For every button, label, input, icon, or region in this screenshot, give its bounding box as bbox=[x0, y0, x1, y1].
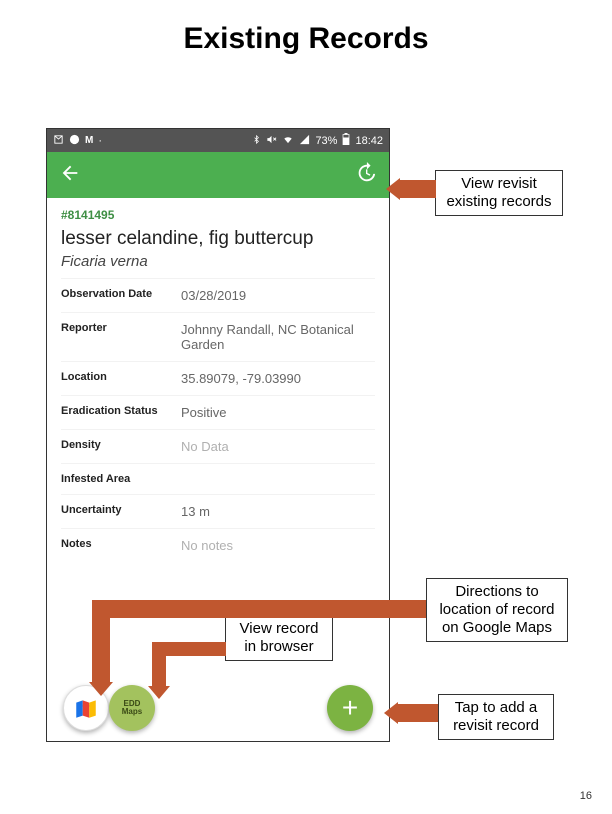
arrow bbox=[92, 600, 110, 684]
signal-icon bbox=[299, 134, 310, 148]
common-name: lesser celandine, fig buttercup bbox=[61, 228, 375, 251]
scientific-name: Ficaria verna bbox=[61, 253, 375, 270]
field-row: Location 35.89079, -79.03990 bbox=[61, 361, 375, 395]
history-icon[interactable] bbox=[355, 162, 377, 189]
arrow-head-icon bbox=[386, 178, 400, 200]
field-row: Notes No notes bbox=[61, 528, 375, 562]
arrow bbox=[398, 180, 436, 198]
mute-icon bbox=[266, 134, 277, 148]
arrow bbox=[152, 642, 166, 688]
mail-icon bbox=[53, 134, 64, 148]
record-body: #8141495 lesser celandine, fig buttercup… bbox=[47, 198, 389, 562]
plus-icon: + bbox=[342, 692, 358, 724]
clock: 18:42 bbox=[355, 135, 383, 147]
field-value: Johnny Randall, NC Botanical Garden bbox=[181, 322, 375, 352]
app-bar bbox=[47, 152, 389, 198]
callout-add: Tap to add a revisit record bbox=[438, 694, 554, 740]
field-value: 35.89079, -79.03990 bbox=[181, 371, 375, 386]
record-id: #8141495 bbox=[61, 208, 375, 222]
field-label: Uncertainty bbox=[61, 504, 181, 519]
field-value: No notes bbox=[181, 538, 375, 553]
add-revisit-button[interactable]: + bbox=[327, 685, 373, 731]
arrow bbox=[92, 600, 426, 618]
field-row: Uncertainty 13 m bbox=[61, 494, 375, 528]
callout-directions: Directions to location of record on Goog… bbox=[426, 578, 568, 642]
field-row: Reporter Johnny Randall, NC Botanical Ga… bbox=[61, 312, 375, 361]
field-row: Eradication Status Positive bbox=[61, 395, 375, 429]
callout-browser: View record in browser bbox=[225, 615, 333, 661]
field-value: Positive bbox=[181, 405, 375, 420]
field-label: Density bbox=[61, 439, 181, 454]
bluetooth-icon bbox=[252, 134, 261, 148]
arrow-head-icon bbox=[148, 686, 170, 699]
field-label: Location bbox=[61, 371, 181, 386]
field-label: Reporter bbox=[61, 322, 181, 352]
dot-icon: · bbox=[98, 135, 102, 147]
field-value: 03/28/2019 bbox=[181, 288, 375, 303]
field-label: Observation Date bbox=[61, 288, 181, 303]
field-value: 13 m bbox=[181, 504, 375, 519]
callout-revisit: View revisit existing records bbox=[435, 170, 563, 216]
gmail-icon: M bbox=[85, 135, 93, 146]
field-label: Eradication Status bbox=[61, 405, 181, 420]
back-icon[interactable] bbox=[59, 162, 81, 189]
arrow-head-icon bbox=[89, 682, 113, 696]
field-row: Density No Data bbox=[61, 429, 375, 463]
wifi-icon bbox=[282, 134, 294, 148]
status-bar: M · 73% 18:42 bbox=[47, 129, 389, 152]
field-row: Infested Area bbox=[61, 463, 375, 494]
battery-pct: 73% bbox=[315, 135, 337, 147]
battery-icon bbox=[342, 133, 350, 148]
field-label: Notes bbox=[61, 538, 181, 553]
edd-label: EDD Maps bbox=[122, 700, 142, 716]
field-value: No Data bbox=[181, 439, 375, 454]
field-row: Observation Date 03/28/2019 bbox=[61, 278, 375, 312]
arrow bbox=[396, 704, 438, 722]
field-value bbox=[181, 473, 375, 485]
messenger-icon bbox=[69, 134, 80, 148]
field-label: Infested Area bbox=[61, 473, 181, 485]
arrow-head-icon bbox=[384, 702, 398, 724]
page-title: Existing Records bbox=[0, 22, 612, 56]
